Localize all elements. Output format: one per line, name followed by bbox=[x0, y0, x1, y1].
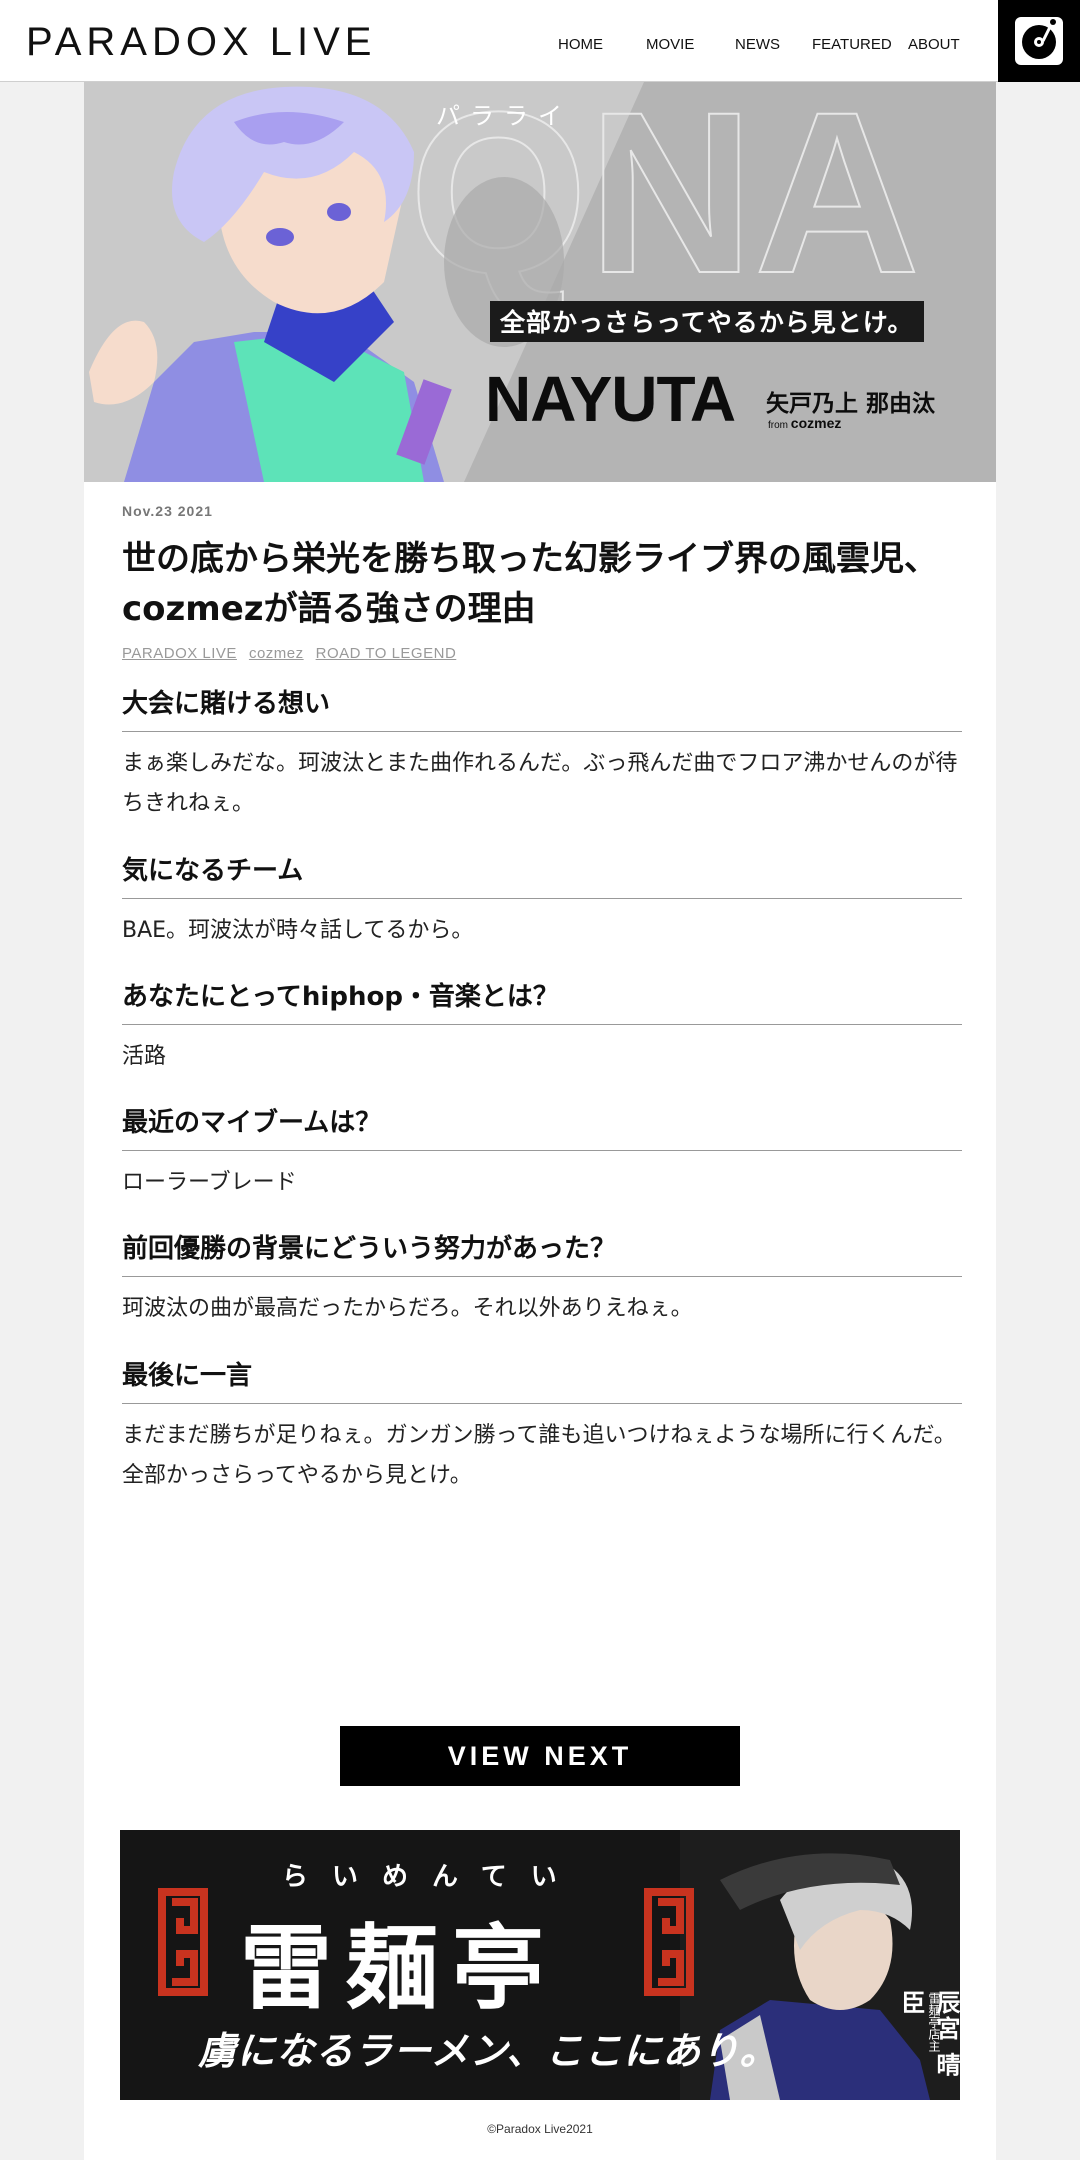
qa-answer: ローラーブレード bbox=[122, 1170, 297, 1195]
qa-question: 前回優勝の背景にどういう努力があった？ bbox=[122, 1232, 962, 1277]
promo-banner[interactable]: らいめんてい 雷麺亭 虜になるラーメン、ここにあり。 雷麺亭店主 辰宮 晴臣 bbox=[120, 1830, 960, 2100]
hero-character-name: NAYUTA bbox=[485, 363, 736, 435]
qa-item: あなたにとってhiphop・音楽とは？ 活路 bbox=[122, 980, 962, 1077]
article-date: Nov.23 2021 bbox=[122, 503, 213, 519]
qa-question: 最近のマイブームは？ bbox=[122, 1106, 962, 1151]
tag-link[interactable]: PARADOX LIVE bbox=[122, 645, 237, 662]
qa-item: 前回優勝の背景にどういう努力があった？ 珂波汰の曲が最高だったからだろ。それ以外… bbox=[122, 1232, 962, 1329]
banner-kana: らいめんてい bbox=[282, 1862, 581, 1892]
footer-copyright: ©Paradox Live2021 bbox=[487, 2122, 593, 2136]
qa-item: 気になるチーム BAE。珂波汰が時々話してるから。 bbox=[122, 854, 962, 951]
qa-item: 大会に賭ける想い まぁ楽しみだな。珂波汰とまた曲作れるんだ。ぶっ飛んだ曲でフロア… bbox=[122, 687, 962, 824]
nav-about[interactable]: ABOUT bbox=[908, 36, 960, 53]
site-header: PARADOX LIVE HOME MOVIE NEWS FEATURED AB… bbox=[0, 0, 1080, 82]
qa-answer: BAE。珂波汰が時々話してるから。 bbox=[122, 918, 474, 943]
article-title: 世の底から栄光を勝ち取った幻影ライブ界の風雲児、cozmezが語る強さの理由 bbox=[122, 539, 938, 629]
tag-link[interactable]: cozmez bbox=[249, 645, 304, 662]
qa-answer: 珂波汰の曲が最高だったからだろ。それ以外ありえねぇ。 bbox=[122, 1296, 693, 1321]
qa-answer: まぁ楽しみだな。珂波汰とまた曲作れるんだ。ぶっ飛んだ曲でフロア沸かせんのが待ちき… bbox=[122, 751, 958, 816]
menu-button[interactable] bbox=[998, 0, 1080, 82]
banner-character-name: 辰宮 晴臣 bbox=[897, 1990, 960, 2079]
nav-news[interactable]: NEWS bbox=[735, 36, 780, 53]
hero-image: QNA パラライ 全部かっさらってやるから見とけ。 NAYUTA 矢戸乃上 那由… bbox=[84, 82, 996, 482]
qa-item: 最近のマイブームは？ ローラーブレード bbox=[122, 1106, 962, 1203]
hero-team-label: from cozmez bbox=[768, 415, 841, 431]
qa-question: 大会に賭ける想い bbox=[122, 687, 962, 732]
qa-answer: 活路 bbox=[122, 1044, 167, 1069]
qa-question: あなたにとってhiphop・音楽とは？ bbox=[122, 980, 962, 1025]
nav-home[interactable]: HOME bbox=[558, 36, 603, 53]
nav-movie[interactable]: MOVIE bbox=[646, 36, 694, 53]
qa-answer: まだまだ勝ちが足りねぇ。ガンガン勝って誰も追いつけねぇような場所に行くんだ。全部… bbox=[122, 1423, 956, 1488]
record-icon bbox=[1015, 17, 1063, 65]
view-next-button[interactable]: VIEW NEXT bbox=[340, 1726, 740, 1786]
article-column: QNA パラライ 全部かっさらってやるから見とけ。 NAYUTA 矢戸乃上 那由… bbox=[84, 82, 996, 2160]
hero-from-label: from bbox=[768, 420, 788, 431]
qa-question: 最後に一言 bbox=[122, 1359, 962, 1404]
banner-title: 雷麺亭 bbox=[240, 1914, 559, 2022]
article-tags: PARADOX LIVE cozmez ROAD TO LEGEND bbox=[122, 645, 456, 662]
tag-link[interactable]: ROAD TO LEGEND bbox=[316, 645, 457, 662]
hero-logo-jp: パラライ bbox=[436, 102, 572, 130]
hero-kanji-name: 矢戸乃上 那由汰 bbox=[766, 391, 936, 417]
qa-item: 最後に一言 まだまだ勝ちが足りねぇ。ガンガン勝って誰も追いつけねぇような場所に行… bbox=[122, 1359, 962, 1496]
banner-subtitle: 虜になるラーメン、ここにあり。 bbox=[198, 2028, 779, 2073]
hero-team-name: cozmez bbox=[790, 415, 842, 431]
qa-question: 気になるチーム bbox=[122, 854, 962, 899]
site-logo[interactable]: PARADOX LIVE bbox=[26, 20, 376, 65]
hero-tagline: 全部かっさらってやるから見とけ。 bbox=[490, 301, 924, 342]
nav-featured[interactable]: FEATURED bbox=[812, 36, 892, 53]
